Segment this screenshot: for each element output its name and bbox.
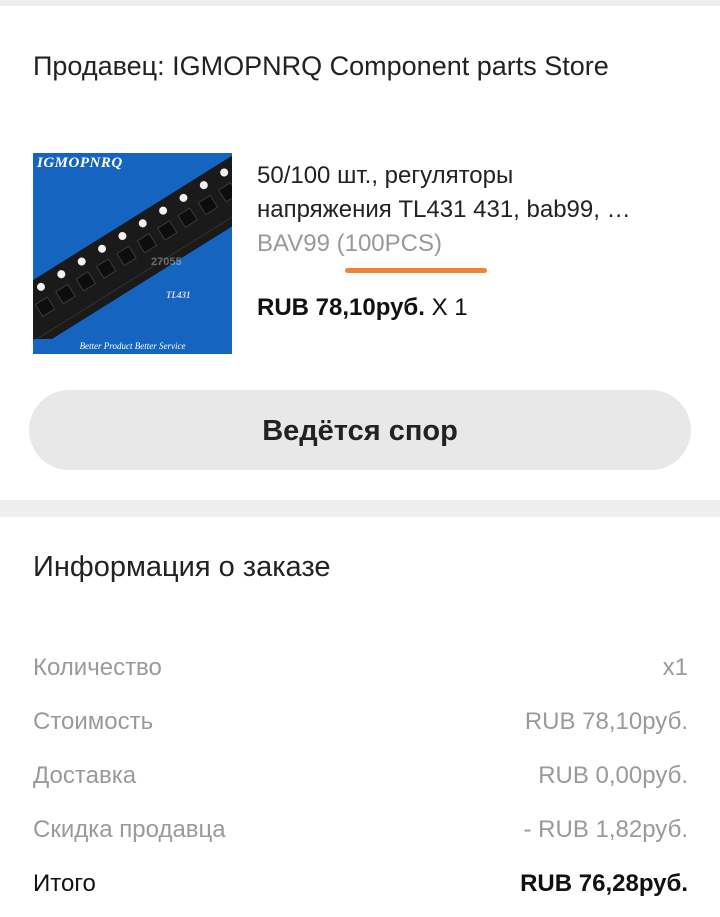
order-row-quantity: Количество x1 xyxy=(33,654,688,690)
order-row-total: Итого RUB 76,28руб. xyxy=(33,870,688,906)
product-quantity: X 1 xyxy=(431,294,468,321)
row-label: Итого xyxy=(33,870,96,897)
product-price: RUB 78,10руб. xyxy=(257,294,425,321)
row-value: x1 xyxy=(662,654,688,681)
product-brand: IGMOPNRQ xyxy=(37,155,123,171)
order-info-title: Информация о заказе xyxy=(33,551,331,583)
row-label: Стоимость xyxy=(33,708,154,735)
row-value: RUB 78,10руб. xyxy=(524,708,688,735)
row-label: Доставка xyxy=(33,762,137,789)
highlight-underline xyxy=(345,268,487,273)
product-tagline: Better Product Better Service xyxy=(79,341,186,351)
product-title-line2: напряжения TL431 431, bab99, … xyxy=(257,196,631,223)
product-variant: BAV99 (100PCS) xyxy=(257,230,442,257)
store-name[interactable]: Продавец: IGMOPNRQ Component parts Store xyxy=(33,51,609,82)
product-thumbnail[interactable]: IGMOPNRQ 27055 TL431 Better Product Bett… xyxy=(33,153,232,354)
order-info-card: Информация о заказе Количество x1 Стоимо… xyxy=(0,517,720,917)
row-value: RUB 76,28руб. xyxy=(520,870,688,897)
dispute-button[interactable]: Ведётся спор xyxy=(29,390,691,470)
image-watermark: 27055 xyxy=(151,256,182,268)
order-item-card: Продавец: IGMOPNRQ Component parts Store xyxy=(0,6,720,500)
row-label: Количество xyxy=(33,654,162,681)
row-value: - RUB 1,82руб. xyxy=(523,816,688,843)
image-part-label: TL431 xyxy=(166,290,191,300)
order-row-shipping: Доставка RUB 0,00руб. xyxy=(33,762,688,798)
order-row-seller-discount: Скидка продавца - RUB 1,82руб. xyxy=(33,816,688,852)
row-label: Скидка продавца xyxy=(33,816,226,843)
product-title-line1: 50/100 шт., регуляторы xyxy=(257,162,514,189)
row-value: RUB 0,00руб. xyxy=(538,762,688,789)
product-price-line: RUB 78,10руб. X 1 xyxy=(257,294,468,322)
product-image xyxy=(33,153,232,354)
product-title[interactable]: 50/100 шт., регуляторы напряжения TL431 … xyxy=(257,159,697,227)
order-row-cost: Стоимость RUB 78,10руб. xyxy=(33,708,688,744)
